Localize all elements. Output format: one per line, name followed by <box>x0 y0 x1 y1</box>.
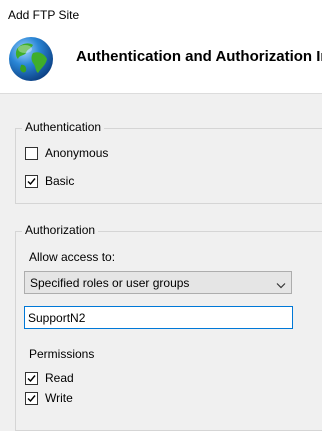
chevron-down-icon <box>276 278 286 292</box>
allow-access-dropdown[interactable]: Specified roles or user groups <box>24 271 292 294</box>
anonymous-checkbox[interactable] <box>25 146 38 160</box>
write-label: Write <box>45 391 73 405</box>
read-label: Read <box>45 371 74 385</box>
read-checkbox[interactable] <box>25 371 38 385</box>
window-title: Add FTP Site <box>8 8 80 22</box>
allow-access-selected-value: Specified roles or user groups <box>30 276 190 290</box>
anonymous-label: Anonymous <box>45 146 109 160</box>
wizard-header: Authentication and Authorization Informa… <box>0 30 322 94</box>
allow-access-label: Allow access to: <box>29 250 116 264</box>
authentication-group: Authentication <box>15 120 322 204</box>
basic-checkbox-row[interactable]: Basic <box>25 173 74 189</box>
read-checkbox-row[interactable]: Read <box>25 370 74 386</box>
authorization-group-label: Authorization <box>22 223 99 237</box>
checkmark-icon <box>27 177 36 185</box>
basic-checkbox[interactable] <box>25 174 38 188</box>
anonymous-checkbox-row[interactable]: Anonymous <box>25 145 108 161</box>
checkmark-icon <box>27 394 36 402</box>
checkmark-icon <box>27 374 36 382</box>
users-input[interactable] <box>28 310 283 325</box>
globe-icon <box>7 35 55 83</box>
title-bar: Add FTP Site <box>0 0 322 30</box>
permissions-label: Permissions <box>29 347 95 361</box>
authentication-group-label: Authentication <box>22 120 105 134</box>
page-title: Authentication and Authorization Informa… <box>76 48 322 65</box>
write-checkbox-row[interactable]: Write <box>25 390 73 406</box>
write-checkbox[interactable] <box>25 391 38 405</box>
users-textbox[interactable] <box>24 306 293 329</box>
basic-label: Basic <box>45 174 75 188</box>
